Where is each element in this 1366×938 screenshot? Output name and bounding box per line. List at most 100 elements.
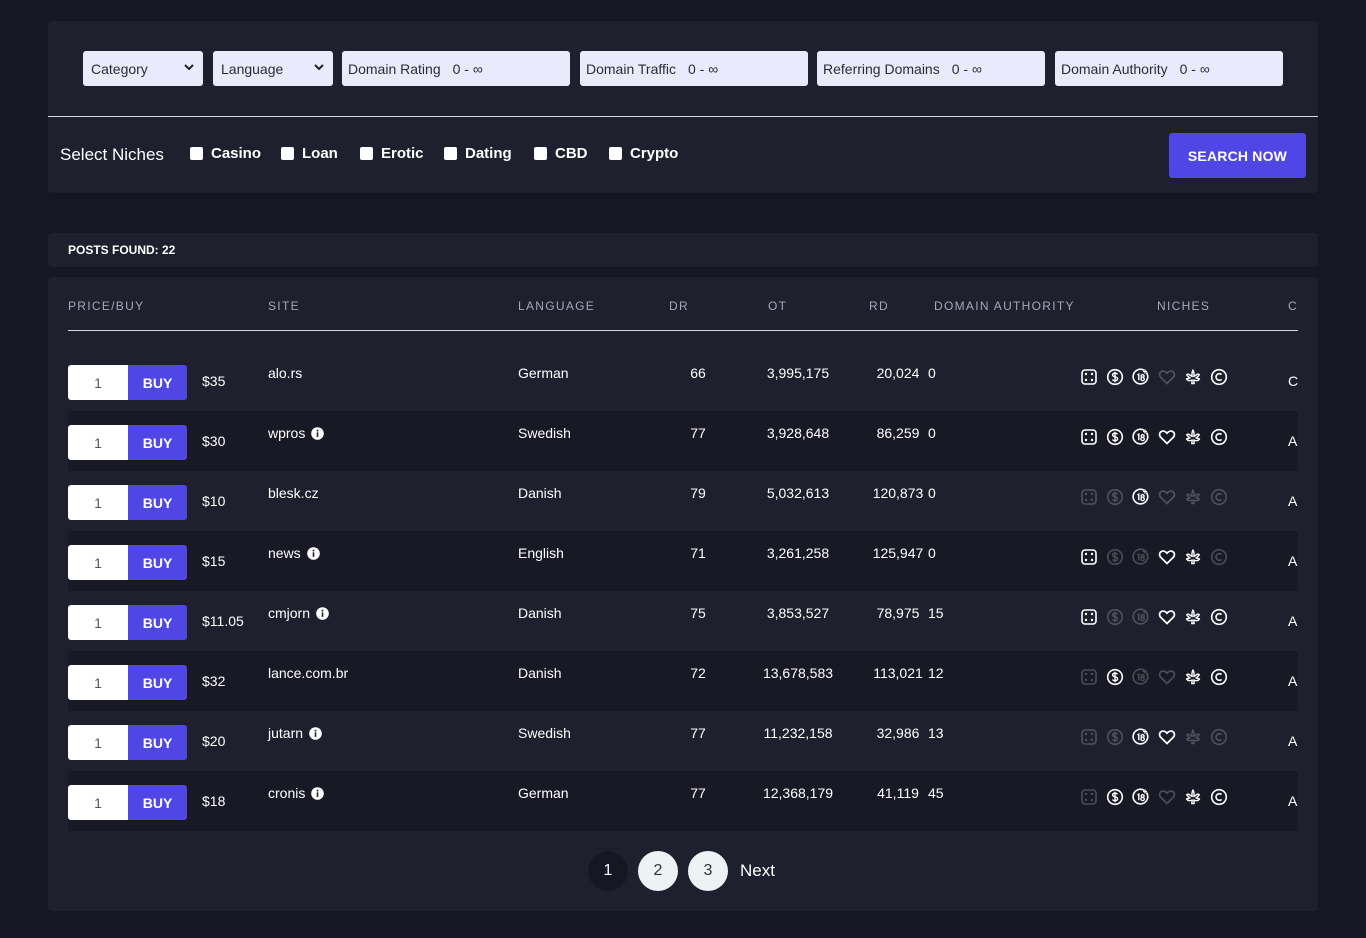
filter-divider — [48, 116, 1318, 117]
table-row: 1 BUY $11.05 cmjorn Danish 75 3,853,527 78,975 1… — [68, 591, 1298, 651]
dollar-icon — [1106, 608, 1124, 626]
quantity-input[interactable]: 1 — [68, 665, 128, 700]
language-select-label: Language — [221, 60, 284, 77]
dollar-icon — [1106, 368, 1124, 386]
niche-icons — [1080, 428, 1236, 446]
referring-domains-filter[interactable]: Referring Domains 0 - ∞ — [817, 51, 1045, 86]
buy-button[interactable]: BUY — [128, 485, 187, 520]
rd-cell: 120,873 — [872, 485, 924, 501]
buy-button[interactable]: BUY — [128, 785, 187, 820]
quantity-input[interactable]: 1 — [68, 485, 128, 520]
checkbox[interactable] — [360, 147, 373, 160]
cannabis-leaf-icon — [1185, 609, 1201, 625]
ot-cell: 3,995,175 — [766, 365, 830, 381]
buy-button[interactable]: BUY — [128, 365, 187, 400]
dr-cell: 77 — [690, 785, 706, 801]
niche-label: Erotic — [381, 145, 424, 162]
buy-button[interactable]: BUY — [128, 725, 187, 760]
cannabis-leaf-icon — [1185, 489, 1201, 505]
domain-traffic-filter[interactable]: Domain Traffic 0 - ∞ — [580, 51, 808, 86]
cannabis-leaf-icon — [1185, 429, 1201, 445]
category-select[interactable]: Category — [83, 51, 203, 86]
site-cell: jutarn — [268, 725, 322, 741]
checkbox[interactable] — [190, 147, 203, 160]
ot-cell: 11,232,158 — [763, 725, 833, 741]
buy-button[interactable]: BUY — [128, 665, 187, 700]
posts-found-bar: POSTS FOUND: 22 — [48, 233, 1318, 267]
ot-cell: 12,368,179 — [762, 785, 834, 801]
niche-label: Casino — [211, 145, 262, 162]
quantity-input[interactable]: 1 — [68, 425, 128, 460]
checkbox[interactable] — [281, 147, 294, 160]
cannabis-leaf-icon — [1185, 549, 1201, 565]
dr-cell: 79 — [690, 485, 706, 501]
next-page-link[interactable]: Next — [740, 861, 775, 881]
info-icon[interactable] — [311, 786, 325, 800]
age-18-icon — [1132, 488, 1149, 505]
dr-cell: 71 — [690, 545, 706, 561]
niche-checkbox-loan[interactable]: Loan — [281, 145, 338, 162]
copyright-icon — [1210, 608, 1228, 626]
checkbox[interactable] — [609, 147, 622, 160]
language-cell: Swedish — [518, 725, 571, 741]
quantity-input[interactable]: 1 — [68, 545, 128, 580]
filter-panel: Category Language Domain Rating 0 - ∞ Do… — [48, 21, 1318, 193]
info-icon[interactable] — [316, 606, 329, 620]
quantity-input[interactable]: 1 — [68, 785, 128, 820]
checkbox[interactable] — [444, 147, 457, 160]
table-row: 1 BUY $35 alo.rs German 66 3,995,175 20,024 0 C — [68, 351, 1298, 411]
niche-checkbox-dating[interactable]: Dating — [444, 145, 512, 162]
niche-icons — [1080, 668, 1236, 686]
dr-cell: 72 — [690, 665, 706, 681]
age-18-icon — [1132, 368, 1149, 385]
page-2-button[interactable]: 2 — [638, 851, 678, 891]
dr-cell: 75 — [690, 605, 706, 621]
niche-checkbox-crypto[interactable]: Crypto — [609, 145, 678, 162]
copyright-icon — [1210, 668, 1228, 686]
site-cell: wpros — [268, 425, 325, 441]
heart-icon — [1158, 490, 1176, 505]
domain-authority-cell: 45 — [928, 785, 944, 801]
rd-cell: 78,975 — [876, 605, 920, 621]
copyright-icon — [1210, 488, 1228, 506]
ot-cell: 3,928,648 — [766, 425, 830, 441]
c-cell: A — [1288, 553, 1298, 569]
dice-icon — [1081, 429, 1097, 445]
age-18-icon — [1132, 728, 1149, 745]
niche-checkbox-erotic[interactable]: Erotic — [360, 145, 424, 162]
search-now-button[interactable]: SEARCH NOW — [1169, 133, 1306, 178]
niche-checkbox-cbd[interactable]: CBD — [534, 145, 588, 162]
price-cell: $10 — [202, 493, 226, 509]
page-3-button[interactable]: 3 — [688, 851, 728, 891]
language-cell: German — [518, 785, 569, 801]
domain-authority-filter[interactable]: Domain Authority 0 - ∞ — [1055, 51, 1283, 86]
info-icon[interactable] — [306, 546, 320, 560]
rd-cell: 41,119 — [877, 785, 919, 801]
table-row: 1 BUY $15 news English 71 3,261,258 125,947 0 A — [68, 531, 1298, 591]
language-select[interactable]: Language — [213, 51, 333, 86]
quantity-input[interactable]: 1 — [68, 365, 128, 400]
c-cell: A — [1288, 613, 1298, 629]
checkbox[interactable] — [534, 147, 547, 160]
price-cell: $11.05 — [202, 613, 244, 629]
domain-authority-cell: 0 — [928, 365, 936, 381]
quantity-input[interactable]: 1 — [68, 725, 128, 760]
dollar-icon — [1106, 548, 1124, 566]
heart-icon — [1158, 790, 1176, 805]
dollar-icon — [1106, 488, 1124, 506]
buy-button[interactable]: BUY — [128, 545, 187, 580]
domain-traffic-range: 0 - ∞ — [688, 60, 719, 77]
page-1-button[interactable]: 1 — [588, 851, 628, 891]
price-cell: $15 — [202, 553, 226, 569]
c-cell: A — [1288, 433, 1298, 449]
buy-button[interactable]: BUY — [128, 425, 187, 460]
quantity-input[interactable]: 1 — [68, 605, 128, 640]
rd-cell: 113,021 — [873, 665, 923, 681]
domain-rating-filter[interactable]: Domain Rating 0 - ∞ — [342, 51, 570, 86]
site-name: lance.com.br — [268, 665, 349, 681]
header-price-buy: PRICE/BUY — [68, 299, 145, 313]
niche-checkbox-casino[interactable]: Casino — [190, 145, 261, 162]
info-icon[interactable] — [311, 426, 325, 440]
info-icon[interactable] — [309, 726, 322, 740]
buy-button[interactable]: BUY — [128, 605, 187, 640]
